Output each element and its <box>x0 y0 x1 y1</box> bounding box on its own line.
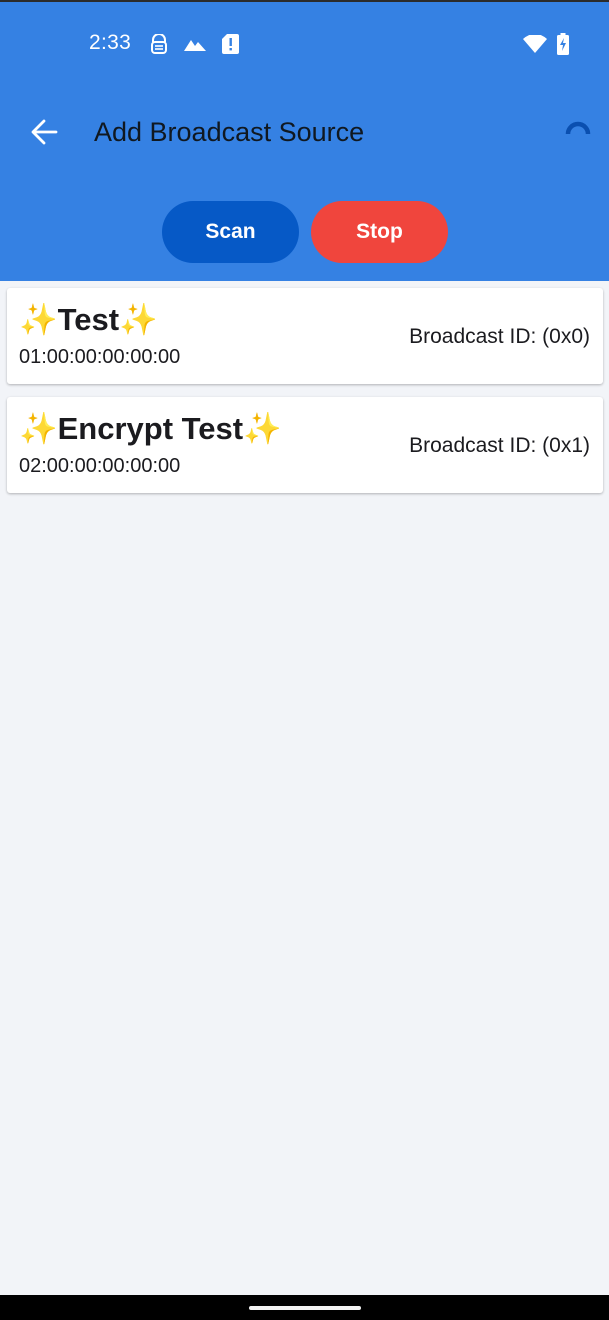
status-system-icons <box>523 33 569 55</box>
sparkle-emoji: ✨ <box>19 302 58 337</box>
scan-controls: Scan Stop <box>0 201 609 263</box>
broadcast-id: Broadcast ID: (0x0) <box>409 325 590 348</box>
circular-progress-icon <box>562 117 594 149</box>
app-bar: Add Broadcast Source <box>0 95 609 173</box>
status-notification-icons <box>150 33 239 55</box>
broadcast-id: Broadcast ID: (0x1) <box>409 434 590 457</box>
source-name: ✨Test✨ <box>19 301 158 338</box>
wifi-icon <box>523 35 547 53</box>
scan-button[interactable]: Scan <box>162 201 299 263</box>
sparkle-emoji: ✨ <box>119 302 158 337</box>
sim-alert-icon <box>222 34 239 54</box>
stop-button[interactable]: Stop <box>311 201 448 263</box>
top-app-area: 2:33 Add Broadcast Source Scan Stop <box>0 0 609 281</box>
arrow-back-icon <box>30 119 58 150</box>
page-title: Add Broadcast Source <box>94 117 365 147</box>
navigation-bar <box>0 1295 609 1320</box>
source-address: 01:00:00:00:00:00 <box>19 346 181 368</box>
vpn-lock-icon <box>150 34 168 54</box>
sparkle-emoji: ✨ <box>19 411 58 446</box>
back-button[interactable] <box>22 112 66 156</box>
sparkle-emoji: ✨ <box>243 411 282 446</box>
battery-charging-icon <box>557 33 569 55</box>
source-address: 02:00:00:00:00:00 <box>19 455 181 477</box>
status-time: 2:33 <box>89 31 132 54</box>
broadcast-source-item[interactable]: ✨Encrypt Test✨ 02:00:00:00:00:00 Broadca… <box>7 397 603 493</box>
source-name-text: Test <box>57 302 120 337</box>
photos-mountain-icon <box>184 37 206 51</box>
screen: 2:33 Add Broadcast Source Scan Stop ✨Tes… <box>0 0 609 1320</box>
source-name: ✨Encrypt Test✨ <box>19 410 282 447</box>
home-gesture-handle[interactable] <box>249 1306 361 1310</box>
broadcast-source-list: ✨Test✨ 01:00:00:00:00:00 Broadcast ID: (… <box>7 288 603 506</box>
source-name-text: Encrypt Test <box>57 411 244 446</box>
broadcast-source-item[interactable]: ✨Test✨ 01:00:00:00:00:00 Broadcast ID: (… <box>7 288 603 384</box>
status-bar: 2:33 <box>0 0 609 90</box>
